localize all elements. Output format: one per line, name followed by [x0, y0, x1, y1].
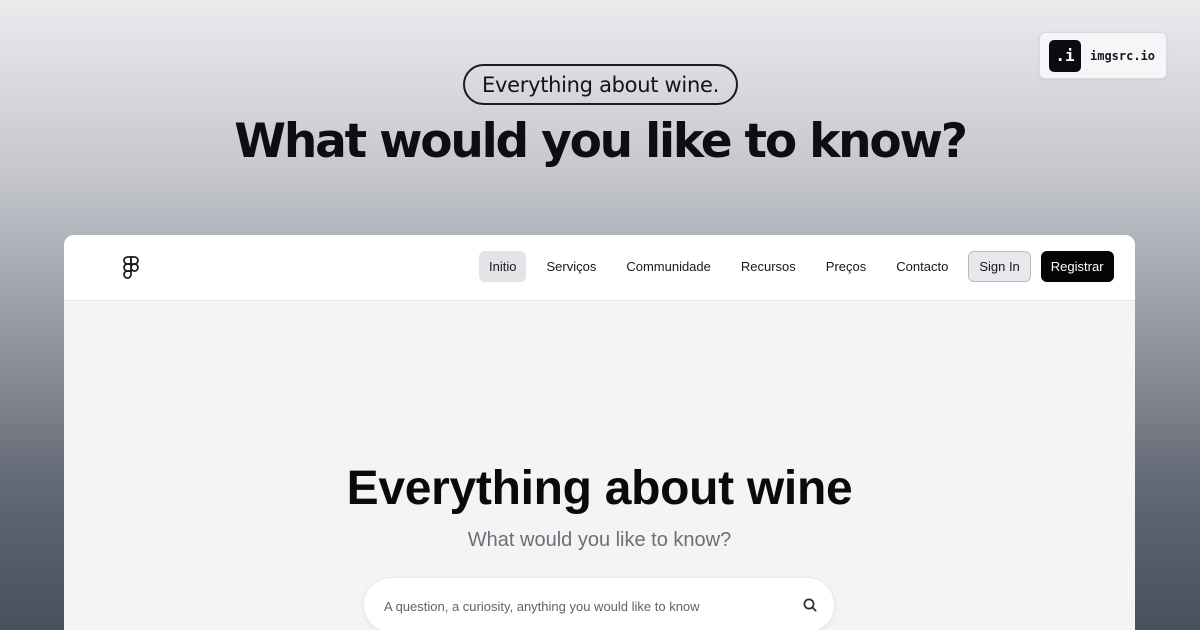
page-headline: What would you like to know?	[234, 114, 968, 169]
hero-title: Everything about wine	[346, 462, 853, 515]
figma-icon[interactable]	[122, 255, 140, 279]
search-input[interactable]	[384, 596, 784, 616]
site-preview-window: Initio Serviços Communidade Recursos Pre…	[64, 235, 1135, 630]
search-bar	[363, 577, 835, 630]
register-button[interactable]: Registrar	[1040, 251, 1114, 282]
nav-item-communidade[interactable]: Communidade	[616, 251, 721, 282]
search-icon[interactable]	[802, 597, 818, 613]
brand-badge[interactable]: .i imgsrc.io	[1039, 32, 1167, 79]
nav-item-initio[interactable]: Initio	[479, 251, 527, 282]
tagline-pill: Everything about wine.	[463, 64, 738, 105]
nav-item-contacto[interactable]: Contacto	[886, 251, 958, 282]
nav-links: Initio Serviços Communidade Recursos Pre…	[479, 251, 1114, 282]
nav-item-precos[interactable]: Preços	[816, 251, 876, 282]
nav-item-recursos[interactable]: Recursos	[731, 251, 806, 282]
hero-subtitle: What would you like to know?	[467, 529, 732, 551]
nav-item-servicos[interactable]: Serviços	[536, 251, 606, 282]
sign-in-button[interactable]: Sign In	[968, 251, 1031, 282]
top-navbar: Initio Serviços Communidade Recursos Pre…	[64, 235, 1135, 301]
brand-logo-icon: .i	[1049, 39, 1081, 72]
brand-name: imgsrc.io	[1090, 48, 1156, 63]
